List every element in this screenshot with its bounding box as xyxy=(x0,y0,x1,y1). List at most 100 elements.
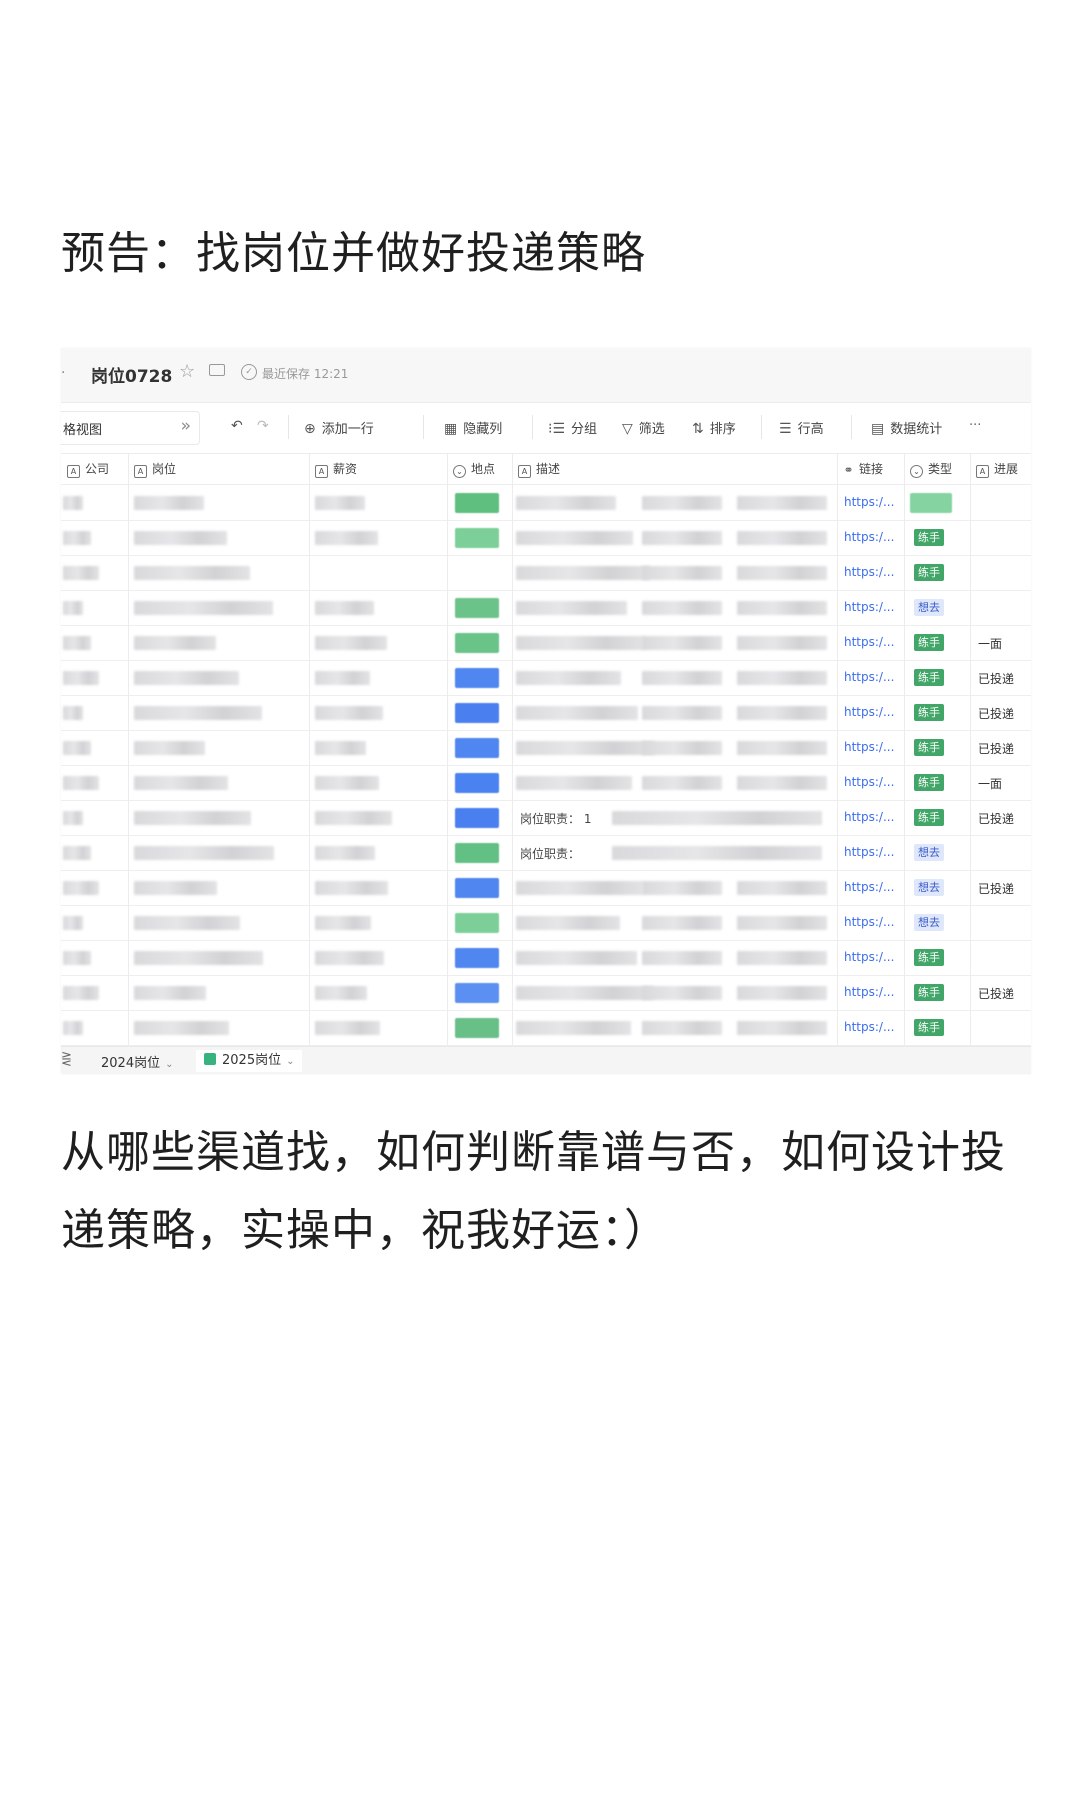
table-cell[interactable]: 练手 xyxy=(904,800,971,835)
table-row[interactable]: https:/... 想去 xyxy=(61,905,1031,941)
table-cell[interactable]: 练手 xyxy=(904,520,971,555)
doc-title[interactable]: 岗位0728 xyxy=(91,362,172,387)
table-cell[interactable] xyxy=(512,905,838,940)
table-cell[interactable] xyxy=(512,485,838,520)
table-cell[interactable] xyxy=(512,625,838,660)
job-link[interactable]: https:/... xyxy=(844,565,894,579)
table-cell[interactable]: 岗位职责： xyxy=(512,835,838,870)
table-cell[interactable]: 一面 xyxy=(970,625,1031,660)
table-cell[interactable] xyxy=(447,835,513,870)
job-link[interactable]: https:/... xyxy=(844,670,894,684)
table-cell[interactable] xyxy=(309,485,448,520)
table-cell[interactable] xyxy=(309,975,448,1010)
table-cell[interactable] xyxy=(512,520,838,555)
table-cell[interactable] xyxy=(128,765,310,800)
table-cell[interactable] xyxy=(128,660,310,695)
table-cell[interactable] xyxy=(61,800,129,835)
table-cell[interactable] xyxy=(309,905,448,940)
table-cell[interactable]: 已投递 xyxy=(970,975,1031,1010)
column-header-progress[interactable]: A 进展 xyxy=(970,454,1031,484)
table-cell[interactable]: https:/... xyxy=(837,835,905,870)
table-cell[interactable]: 已投递 xyxy=(970,730,1031,765)
table-cell[interactable] xyxy=(61,1010,129,1045)
table-cell[interactable]: 一面 xyxy=(970,765,1031,800)
table-cell[interactable] xyxy=(447,485,513,520)
table-cell[interactable] xyxy=(447,625,513,660)
job-link[interactable]: https:/... xyxy=(844,600,894,614)
job-link[interactable]: https:/... xyxy=(844,950,894,964)
table-row[interactable]: https:/... 练手 已投递 xyxy=(61,660,1031,696)
table-cell[interactable]: 岗位职责： 1 xyxy=(512,800,838,835)
table-cell[interactable] xyxy=(61,590,129,625)
redo-button[interactable]: ↷ xyxy=(257,418,275,434)
table-cell[interactable]: https:/... xyxy=(837,695,905,730)
column-header-type[interactable]: ⌄ 类型 xyxy=(904,454,971,484)
job-link[interactable]: https:/... xyxy=(844,495,894,509)
breadcrumb-arrow[interactable]: · xyxy=(61,365,65,381)
table-cell[interactable]: https:/... xyxy=(837,660,905,695)
table-cell[interactable] xyxy=(447,730,513,765)
table-row[interactable]: https:/... 练手 一面 xyxy=(61,765,1031,801)
table-cell[interactable] xyxy=(309,695,448,730)
table-cell[interactable]: 已投递 xyxy=(970,800,1031,835)
table-cell[interactable] xyxy=(447,555,513,590)
job-link[interactable]: https:/... xyxy=(844,810,894,824)
table-cell[interactable] xyxy=(970,520,1031,555)
table-cell[interactable] xyxy=(61,940,129,975)
table-cell[interactable] xyxy=(309,590,448,625)
table-row[interactable]: https:/... 想去 已投递 xyxy=(61,870,1031,906)
table-cell[interactable] xyxy=(512,1010,838,1045)
table-cell[interactable]: 练手 xyxy=(904,975,971,1010)
table-cell[interactable] xyxy=(970,590,1031,625)
table-cell[interactable] xyxy=(512,870,838,905)
row-height-button[interactable]: ☰ 行高 xyxy=(779,418,824,437)
table-cell[interactable] xyxy=(512,590,838,625)
table-cell[interactable] xyxy=(61,870,129,905)
table-cell[interactable] xyxy=(128,590,310,625)
table-cell[interactable] xyxy=(309,870,448,905)
sheet-tab-2025[interactable]: 2025岗位 ⌄ xyxy=(196,1050,303,1072)
table-cell[interactable] xyxy=(309,800,448,835)
table-cell[interactable]: 练手 xyxy=(904,1010,971,1045)
table-row[interactable]: https:/... 想去 xyxy=(61,590,1031,626)
table-cell[interactable]: https:/... xyxy=(837,905,905,940)
table-cell[interactable]: 练手 xyxy=(904,695,971,730)
table-cell[interactable]: 已投递 xyxy=(970,870,1031,905)
table-cell[interactable]: 练手 xyxy=(904,555,971,590)
table-cell[interactable] xyxy=(309,625,448,660)
double-chevron-icon[interactable]: » xyxy=(181,416,191,436)
table-cell[interactable] xyxy=(61,695,129,730)
column-header-company[interactable]: A 公司 xyxy=(61,454,129,484)
table-row[interactable]: https:/... 练手 xyxy=(61,520,1031,556)
table-cell[interactable] xyxy=(128,555,310,590)
column-header-link[interactable]: ⚭ 链接 xyxy=(837,454,905,484)
table-cell[interactable] xyxy=(309,835,448,870)
undo-button[interactable]: ↶ xyxy=(231,418,249,434)
table-cell[interactable] xyxy=(447,940,513,975)
table-cell[interactable] xyxy=(970,940,1031,975)
column-header-description[interactable]: A 描述 xyxy=(512,454,838,484)
table-cell[interactable] xyxy=(128,625,310,660)
table-cell[interactable] xyxy=(447,660,513,695)
table-row[interactable]: https:/... 练手 已投递 xyxy=(61,975,1031,1011)
filter-button[interactable]: ▽ 筛选 xyxy=(622,418,665,437)
table-cell[interactable] xyxy=(309,765,448,800)
table-cell[interactable] xyxy=(128,975,310,1010)
table-row[interactable]: https:/... 练手 已投递 xyxy=(61,730,1031,766)
table-cell[interactable] xyxy=(512,555,838,590)
table-cell[interactable] xyxy=(61,835,129,870)
table-cell[interactable] xyxy=(970,835,1031,870)
job-link[interactable]: https:/... xyxy=(844,985,894,999)
table-cell[interactable]: https:/... xyxy=(837,520,905,555)
table-cell[interactable] xyxy=(447,1010,513,1045)
job-link[interactable]: https:/... xyxy=(844,880,894,894)
table-cell[interactable] xyxy=(970,555,1031,590)
table-cell[interactable] xyxy=(447,520,513,555)
table-cell[interactable] xyxy=(128,940,310,975)
table-cell[interactable] xyxy=(61,485,129,520)
table-cell[interactable] xyxy=(309,520,448,555)
table-row[interactable]: https:/... 练手 xyxy=(61,1010,1031,1046)
table-cell[interactable] xyxy=(128,695,310,730)
table-cell[interactable] xyxy=(61,555,129,590)
table-cell[interactable] xyxy=(970,485,1031,520)
